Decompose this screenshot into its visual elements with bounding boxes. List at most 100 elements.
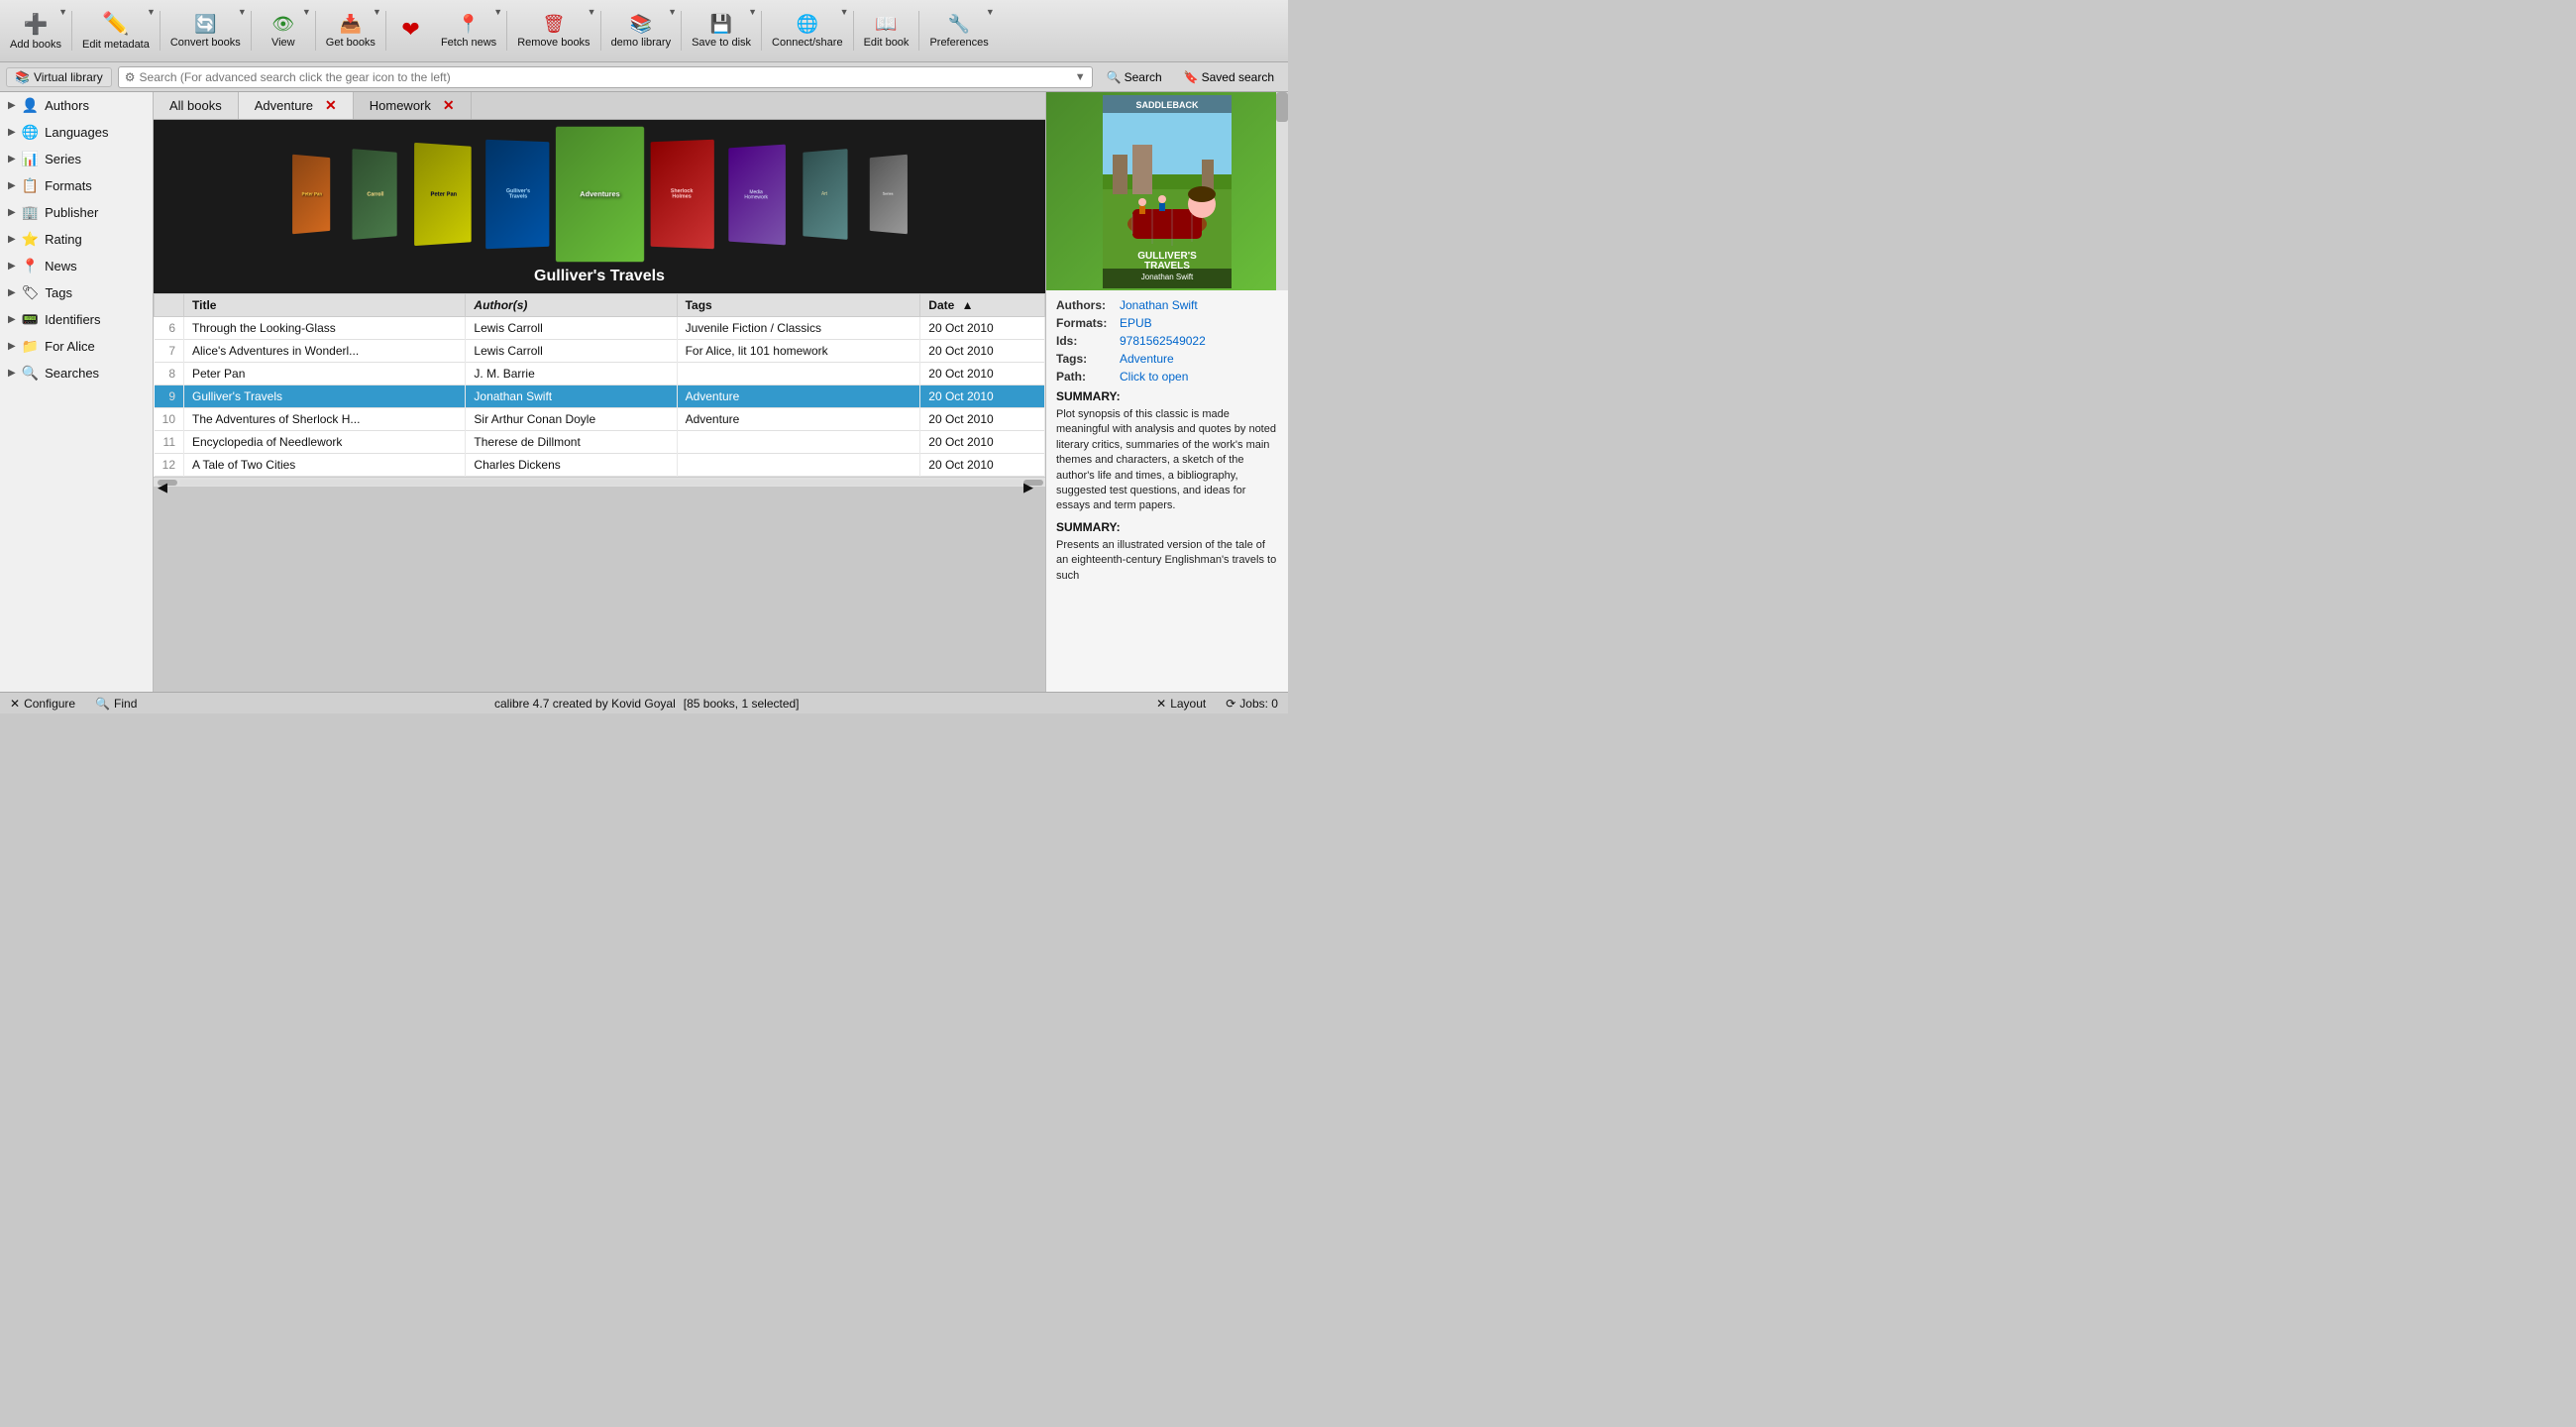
demo-library-dropdown-icon[interactable]: ▼ (668, 7, 677, 17)
find-button[interactable]: 🔍 Find (95, 697, 137, 711)
carousel-cover-8[interactable]: Art (803, 149, 847, 240)
carousel-cover-7[interactable]: MediaHomework (728, 144, 786, 245)
searches-label: Searches (45, 366, 99, 381)
tab-homework[interactable]: Homework ✕ (354, 92, 472, 119)
languages-label: Languages (45, 125, 108, 140)
connect-share-dropdown-icon[interactable]: ▼ (840, 7, 849, 17)
path-label: Path: (1056, 370, 1116, 384)
search-button[interactable]: 🔍 Search (1099, 68, 1170, 86)
carousel-cover-6[interactable]: SherlockHolmes (650, 140, 713, 249)
get-books-button[interactable]: 📥 Get books ▼ (318, 3, 383, 58)
preferences-dropdown-icon[interactable]: ▼ (986, 7, 995, 17)
row-date: 20 Oct 2010 (920, 408, 1045, 431)
meta-tags-row: Tags: Adventure (1056, 352, 1278, 366)
table-row[interactable]: 7 Alice's Adventures in Wonderl... Lewis… (155, 340, 1045, 363)
carousel-cover-9[interactable]: Series (869, 155, 907, 235)
sidebar-item-identifiers[interactable]: ▶ 📟 Identifiers (0, 306, 153, 333)
remove-books-dropdown-icon[interactable]: ▼ (588, 7, 596, 17)
tab-adventure[interactable]: Adventure ✕ (239, 92, 354, 119)
sidebar-item-searches[interactable]: ▶ 🔍 Searches (0, 360, 153, 386)
bottom-left: ✕ Configure 🔍 Find (10, 697, 137, 711)
find-icon: 🔍 (95, 697, 110, 711)
table-row[interactable]: 11 Encyclopedia of Needlework Therese de… (155, 431, 1045, 454)
sidebar-item-series[interactable]: ▶ 📊 Series (0, 146, 153, 172)
convert-books-dropdown-icon[interactable]: ▼ (238, 7, 247, 17)
horizontal-scrollbar[interactable]: ◀ ▶ (154, 477, 1045, 487)
right-panel-scrollbar[interactable] (1276, 92, 1288, 290)
book-cover-carousel[interactable]: Peter Pan Carroll Peter Pan Gulliver'sTr… (154, 120, 1045, 293)
search-dropdown-icon[interactable]: ▼ (1075, 71, 1086, 83)
edit-book-button[interactable]: 📖 Edit book (856, 3, 917, 58)
searches-icon: 🔍 (22, 365, 39, 382)
sidebar-item-tags[interactable]: ▶ 🏷 Tags (0, 279, 153, 306)
carousel-cover-2[interactable]: Carroll (352, 149, 396, 240)
saved-search-button[interactable]: 🔖 Saved search (1176, 68, 1282, 86)
tags-detail-value[interactable]: Adventure (1120, 352, 1174, 366)
save-to-disk-label: Save to disk (692, 37, 751, 49)
demo-library-icon: 📚 (630, 14, 652, 35)
view-button[interactable]: 👁 View ▼ (254, 3, 313, 58)
sidebar-item-news[interactable]: ▶ 📍 News (0, 253, 153, 279)
carousel-cover-1[interactable]: Peter Pan (292, 155, 330, 235)
search-input[interactable] (140, 70, 1075, 84)
convert-books-button[interactable]: 🔄 Convert books ▼ (162, 3, 249, 58)
save-to-disk-button[interactable]: 💾 Save to disk ▼ (684, 3, 759, 58)
add-books-button[interactable]: ➕ Add books ▼ (2, 3, 69, 58)
scrollbar-right-arrow[interactable]: ▶ (1023, 480, 1043, 486)
path-value[interactable]: Click to open (1120, 370, 1188, 384)
layout-button[interactable]: ✕ Layout (1156, 697, 1206, 711)
table-row[interactable]: 9 Gulliver's Travels Jonathan Swift Adve… (155, 385, 1045, 408)
sidebar-item-publisher[interactable]: ▶ 🏢 Publisher (0, 199, 153, 226)
add-books-dropdown-icon[interactable]: ▼ (58, 7, 67, 17)
col-author[interactable]: Author(s) (466, 294, 677, 317)
for-alice-label: For Alice (45, 339, 95, 354)
remove-books-button[interactable]: 🗑 Remove books ▼ (509, 3, 597, 58)
tab-all-books-label: All books (169, 98, 222, 113)
bottom-center: calibre 4.7 created by Kovid Goyal [85 b… (494, 697, 800, 711)
sidebar-item-formats[interactable]: ▶ 📋 Formats (0, 172, 153, 199)
fetch-news-button[interactable]: ❤ (388, 3, 433, 58)
edit-metadata-button[interactable]: ✏️ Edit metadata ▼ (74, 3, 158, 58)
carousel-cover-3[interactable]: Peter Pan (414, 143, 472, 246)
table-row[interactable]: 12 A Tale of Two Cities Charles Dickens … (155, 454, 1045, 477)
fetch-news-dropdown-icon[interactable]: ▼ (493, 7, 502, 17)
row-author: Jonathan Swift (466, 385, 677, 408)
fetch-news-main-button[interactable]: 📍 Fetch news ▼ (433, 3, 504, 58)
detail-book-cover[interactable]: SADDLEBACK Jonathan Swift GULLIVER'S TRA… (1046, 92, 1288, 290)
tab-homework-close-icon[interactable]: ✕ (443, 97, 455, 114)
ids-value[interactable]: 9781562549022 (1120, 334, 1206, 348)
col-tags[interactable]: Tags (677, 294, 920, 317)
configure-button[interactable]: ✕ Configure (10, 697, 75, 711)
row-author: Therese de Dillmont (466, 431, 677, 454)
get-books-dropdown-icon[interactable]: ▼ (373, 7, 381, 17)
scrollbar-left-arrow[interactable]: ◀ (158, 480, 177, 486)
preferences-button[interactable]: 🔧 Preferences ▼ (921, 3, 996, 58)
demo-library-button[interactable]: 📚 demo library ▼ (603, 3, 680, 58)
sidebar-item-for-alice[interactable]: ▶ 📁 For Alice (0, 333, 153, 360)
carousel-cover-4[interactable]: Gulliver'sTravels (485, 140, 549, 249)
sidebar-item-languages[interactable]: ▶ 🌐 Languages (0, 119, 153, 146)
right-panel-scrollbar-thumb[interactable] (1276, 92, 1288, 122)
sidebar-item-authors[interactable]: ▶ 👤 Authors (0, 92, 153, 119)
sidebar-item-rating[interactable]: ▶ ⭐ Rating (0, 226, 153, 253)
jobs-button[interactable]: ⟳ Jobs: 0 (1226, 697, 1278, 711)
edit-metadata-dropdown-icon[interactable]: ▼ (147, 7, 156, 17)
virtual-library-button[interactable]: 📚 Virtual library (6, 67, 112, 87)
table-row[interactable]: 6 Through the Looking-Glass Lewis Carrol… (155, 317, 1045, 340)
col-date[interactable]: Date ▲ (920, 294, 1045, 317)
edit-book-icon: 📖 (875, 14, 897, 35)
search-gear-icon[interactable]: ⚙ (125, 70, 136, 84)
view-icon: 👁 (271, 14, 294, 35)
col-title[interactable]: Title (184, 294, 466, 317)
table-row[interactable]: 8 Peter Pan J. M. Barrie 20 Oct 2010 (155, 363, 1045, 385)
tab-adventure-close-icon[interactable]: ✕ (325, 97, 337, 114)
view-dropdown-icon[interactable]: ▼ (302, 7, 311, 17)
carousel-cover-center[interactable]: Adventures (555, 127, 643, 263)
formats-value[interactable]: EPUB (1120, 316, 1152, 330)
save-to-disk-dropdown-icon[interactable]: ▼ (748, 7, 757, 17)
authors-value[interactable]: Jonathan Swift (1120, 298, 1198, 312)
table-row[interactable]: 10 The Adventures of Sherlock H... Sir A… (155, 408, 1045, 431)
identifiers-icon: 📟 (22, 311, 39, 328)
tab-all-books[interactable]: All books (154, 92, 239, 119)
connect-share-button[interactable]: 🌐 Connect/share ▼ (764, 3, 851, 58)
